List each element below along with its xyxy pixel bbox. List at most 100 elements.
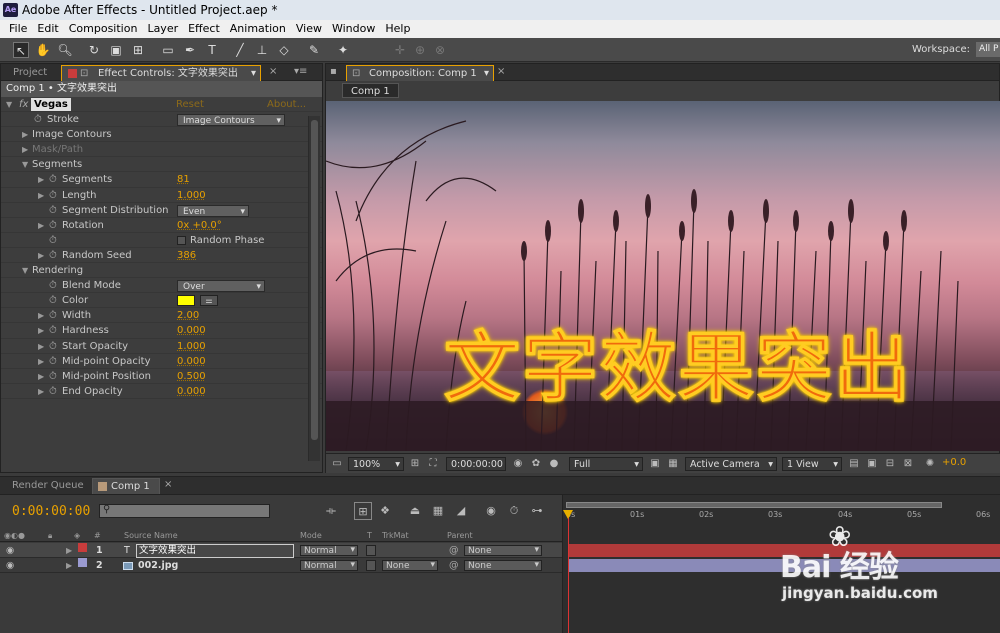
about-link[interactable]: About... [267, 97, 306, 112]
tab-render-queue[interactable]: Render Queue [4, 478, 92, 494]
hardness-value[interactable]: 0.000 [177, 323, 206, 338]
tab-effect-controls[interactable]: ⊡ Effect Controls: 文字效果突出 ▾ [61, 65, 261, 81]
world-axis-icon[interactable]: ⊕ [412, 42, 428, 58]
col-source-name[interactable]: Source Name [124, 529, 178, 542]
expand-triangle-icon[interactable]: ▼ [22, 263, 28, 278]
timeline-icon[interactable]: ⊟ [883, 457, 897, 471]
mode-dropdown[interactable]: Normal [300, 560, 358, 571]
fast-previews-icon[interactable]: ▣ [865, 457, 879, 471]
transparency-grid-icon[interactable]: ▦ [666, 457, 680, 471]
work-area-bar[interactable] [566, 502, 942, 508]
expand-triangle-icon[interactable]: ▶ [38, 369, 44, 384]
region-of-interest-icon[interactable]: ▣ [648, 457, 662, 471]
view-axis-icon[interactable]: ⊗ [432, 42, 448, 58]
comp-mini-flowchart-icon[interactable]: ⟛ [322, 502, 340, 520]
selection-tool-icon[interactable]: ↖ [13, 42, 29, 58]
expand-triangle-icon[interactable]: ▶ [38, 218, 44, 233]
mode-dropdown[interactable]: Normal [300, 545, 358, 556]
zoom-tool-icon[interactable]: 🔍︎ [57, 42, 73, 58]
expand-triangle-icon[interactable]: ▶ [38, 172, 44, 187]
menu-layer[interactable]: Layer [142, 20, 183, 38]
close-icon[interactable]: × [269, 66, 277, 77]
chevron-down-icon[interactable]: ▾ [484, 66, 489, 82]
eyedropper-icon[interactable]: ⚌ [200, 295, 218, 307]
expand-triangle-icon[interactable]: ▶ [66, 558, 72, 573]
expand-triangle-icon[interactable]: ▶ [38, 248, 44, 263]
table-row[interactable]: ◉ ▶ 1 T 文字效果突出 Normal @ None [0, 543, 562, 558]
menu-help[interactable]: Help [380, 20, 415, 38]
fx-icon[interactable]: fx [19, 97, 28, 112]
expand-triangle-icon[interactable]: ▶ [38, 339, 44, 354]
camera-dropdown[interactable]: Active Camera [685, 457, 777, 471]
stopwatch-icon[interactable]: ⏱ [49, 354, 57, 369]
label-color-swatch[interactable] [78, 558, 87, 567]
reset-link[interactable]: Reset [176, 97, 204, 112]
overlay-text-layer[interactable]: 文字效果突出 [444, 306, 912, 416]
stopwatch-icon[interactable]: ⏱ [49, 172, 57, 187]
close-icon[interactable]: × [164, 479, 172, 490]
puppet-pin-tool-icon[interactable]: ✦ [335, 42, 351, 58]
lock-icon[interactable]: ⊡ [352, 66, 360, 82]
layer-name[interactable]: 002.jpg [138, 558, 178, 573]
timeline-timecode[interactable]: 0:00:00:00 [12, 504, 90, 519]
layer-name[interactable]: 文字效果突出 [136, 544, 294, 558]
stopwatch-icon[interactable]: ⏱ [49, 188, 57, 203]
table-row[interactable]: ◉ ▶ 2 002.jpg Normal None @ None [0, 558, 562, 573]
lock-icon[interactable]: ⊡ [80, 66, 88, 82]
stopwatch-icon[interactable]: ⏱ [49, 293, 57, 308]
stopwatch-icon[interactable]: ⏱ [49, 369, 57, 384]
segments-value[interactable]: 81 [177, 172, 190, 187]
toggle-pixel-aspect-icon[interactable]: ▤ [847, 457, 861, 471]
current-time-indicator-head[interactable] [563, 510, 573, 519]
hide-shy-layers-icon[interactable]: ⏏ [406, 502, 424, 520]
rectangle-tool-icon[interactable]: ▭ [160, 42, 176, 58]
visibility-eye-icon[interactable]: ◉ [6, 543, 14, 558]
expand-triangle-icon[interactable]: ▶ [38, 188, 44, 203]
exposure-icon[interactable]: ✺ [923, 457, 937, 471]
menu-edit[interactable]: Edit [32, 20, 63, 38]
camera-tool-icon[interactable]: ▣ [108, 42, 124, 58]
motion-blur-icon[interactable]: ◢ [452, 502, 470, 520]
auto-keyframe-icon[interactable]: ⊶ [528, 502, 546, 520]
blend-mode-dropdown[interactable]: Over [177, 280, 265, 293]
random-phase-checkbox[interactable] [177, 235, 186, 245]
length-value[interactable]: 1.000 [177, 188, 206, 203]
always-preview-icon[interactable]: ▭ [330, 457, 344, 471]
chevron-down-icon[interactable]: ▾ [251, 66, 256, 82]
live-update-icon[interactable]: ⊞ [354, 502, 372, 520]
frame-blending-icon[interactable]: ▦ [429, 502, 447, 520]
view-layout-dropdown[interactable]: 1 View [782, 457, 842, 471]
expand-triangle-icon[interactable]: ▶ [38, 354, 44, 369]
pick-whip-icon[interactable]: @ [449, 558, 459, 573]
close-icon[interactable]: × [497, 66, 505, 77]
type-tool-icon[interactable]: T [204, 42, 220, 58]
expand-triangle-icon[interactable]: ▶ [22, 142, 28, 157]
vertical-scrollbar[interactable] [308, 116, 320, 461]
stopwatch-icon[interactable]: ⏱ [49, 248, 57, 263]
safe-zones-icon[interactable]: ⊞ [408, 457, 422, 471]
preserve-transparency-checkbox[interactable] [366, 545, 376, 556]
expand-triangle-icon[interactable]: ▶ [38, 323, 44, 338]
expand-triangle-icon[interactable]: ▼ [22, 157, 28, 172]
end-opacity-value[interactable]: 0.000 [177, 384, 206, 399]
layer-search-input[interactable]: ⚲ [99, 504, 270, 518]
axis-mode-icon[interactable]: ✛ [392, 42, 408, 58]
show-snapshot-icon[interactable]: ✿ [529, 457, 543, 471]
stopwatch-icon[interactable]: ⏱ [49, 278, 57, 293]
expand-triangle-icon[interactable]: ▶ [38, 308, 44, 323]
pan-behind-tool-icon[interactable]: ⊞ [130, 42, 146, 58]
comp-breadcrumb[interactable]: Comp 1 [342, 83, 399, 98]
tab-project[interactable]: Project [5, 65, 55, 81]
exposure-value[interactable]: +0.0 [942, 457, 966, 468]
composition-viewer[interactable]: 文字效果突出 [326, 101, 1000, 451]
menu-composition[interactable]: Composition [64, 20, 143, 38]
random-seed-value[interactable]: 386 [177, 248, 196, 263]
trkmat-dropdown[interactable]: None [382, 560, 438, 571]
parent-dropdown[interactable]: None [464, 545, 542, 556]
snapshot-icon[interactable]: ◉ [511, 457, 525, 471]
start-opacity-value[interactable]: 1.000 [177, 339, 206, 354]
rotation-tool-icon[interactable]: ↻ [86, 42, 102, 58]
preserve-transparency-checkbox[interactable] [366, 560, 376, 571]
stopwatch-icon[interactable]: ⏱ [49, 218, 57, 233]
grid-icon[interactable]: ⛶ [426, 457, 440, 471]
